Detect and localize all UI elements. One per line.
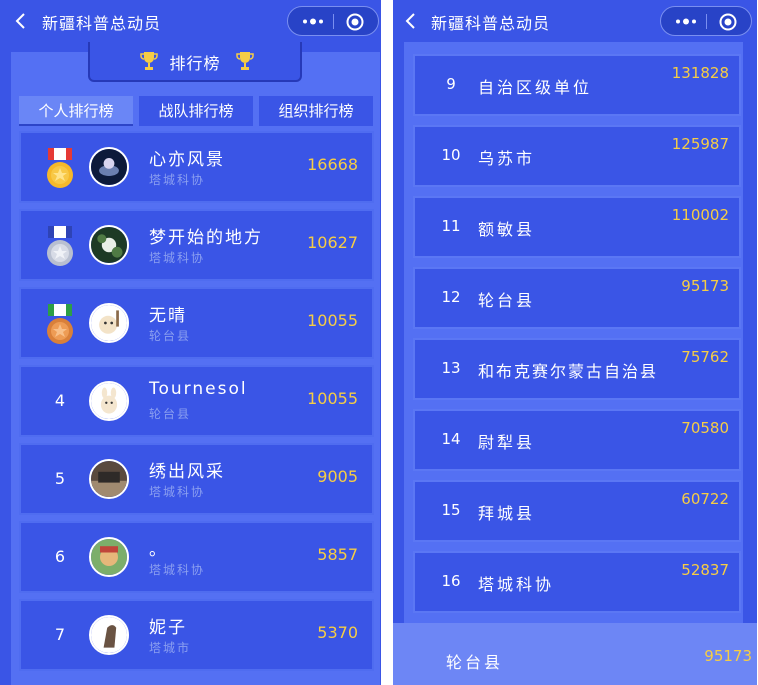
avatar [89, 459, 129, 499]
ranking-row[interactable]: 6 。 塔城科协 5857 [19, 521, 374, 593]
org-score: 70580 [681, 419, 729, 437]
user-org: 塔城科协 [149, 251, 206, 265]
rank-number: 12 [441, 288, 461, 306]
close-target-icon[interactable] [718, 12, 738, 32]
screen-divider [381, 0, 393, 685]
ranking-row[interactable]: 梦开始的地方 塔城科协 10627 [19, 209, 374, 281]
ranking-row[interactable]: 心亦风景 塔城科协 16668 [19, 131, 374, 203]
mini-program-capsule [287, 6, 379, 36]
avatar [89, 537, 129, 577]
avatar [89, 147, 129, 187]
org-ranking-row[interactable]: 9 自治区级单位 131828 [413, 54, 741, 116]
org-ranking-row[interactable]: 12 轮台县 95173 [413, 267, 741, 329]
my-organization-bar: 轮台县 95173 [393, 623, 757, 685]
org-name: 自治区级单位 [478, 78, 593, 97]
org-name: 尉犁县 [478, 433, 536, 452]
rank-number: 14 [441, 430, 461, 448]
bronze-medal-icon [47, 304, 73, 344]
org-ranking-row[interactable]: 13 和布克赛尔蒙古自治县 75762 [413, 338, 741, 400]
org-score: 60722 [681, 490, 729, 508]
app-title: 新疆科普总动员 [431, 14, 551, 33]
avatar [89, 225, 129, 265]
rank-number: 4 [54, 391, 66, 410]
ranking-row[interactable]: 7 妮子 塔城市 5370 [19, 599, 374, 671]
ranking-row[interactable]: 无晴 轮台县 10055 [19, 287, 374, 359]
user-org: 塔城科协 [149, 173, 206, 187]
more-icon[interactable] [673, 14, 699, 29]
org-score: 110002 [671, 206, 729, 224]
rank-number: 11 [441, 217, 461, 235]
org-name: 塔城科协 [478, 575, 555, 594]
org-name: 额敏县 [478, 220, 536, 239]
gold-medal-icon [47, 148, 73, 188]
user-score: 10627 [307, 233, 358, 252]
ranking-title: 排行榜 [169, 54, 221, 73]
app-title: 新疆科普总动员 [42, 14, 162, 33]
user-score: 9005 [317, 467, 358, 486]
org-ranking-row[interactable]: 14 尉犁县 70580 [413, 409, 741, 471]
org-name: 乌苏市 [478, 149, 536, 168]
avatar [89, 303, 129, 343]
user-score: 10055 [307, 311, 358, 330]
org-ranking-row[interactable]: 15 拜城县 60722 [413, 480, 741, 542]
rank-number: 9 [446, 75, 456, 93]
ranking-banner: 排行榜 [88, 42, 302, 82]
user-name: 绣出风采 [149, 462, 225, 482]
title-bar: 新疆科普总动员 [393, 0, 757, 42]
org-score: 95173 [681, 277, 729, 295]
rank-number: 13 [441, 359, 461, 377]
user-org: 轮台县 [149, 329, 192, 343]
org-ranking-row[interactable]: 10 乌苏市 125987 [413, 125, 741, 187]
rank-number: 7 [54, 625, 66, 644]
org-ranking-row[interactable]: 16 塔城科协 52837 [413, 551, 741, 613]
user-name: 心亦风景 [149, 150, 225, 170]
org-score: 125987 [671, 135, 729, 153]
title-bar: 新疆科普总动员 [0, 0, 381, 42]
rank-number: 16 [441, 572, 461, 590]
user-name: 妮子 [149, 618, 187, 638]
org-name: 和布克赛尔蒙古自治县 [478, 362, 659, 381]
back-arrow-icon[interactable] [15, 13, 27, 29]
ranking-row[interactable]: 4 Tournesol 轮台县 10055 [19, 365, 374, 437]
org-score: 131828 [671, 64, 729, 82]
user-name: Tournesol [149, 379, 248, 399]
mini-program-capsule [660, 6, 752, 36]
rank-number: 6 [54, 547, 66, 566]
avatar [89, 615, 129, 655]
org-name: 拜城县 [478, 504, 536, 523]
org-name: 轮台县 [478, 291, 536, 310]
organization-ranking-screen: 新疆科普总动员 9 自治区级单位 131828 10 乌苏市 125987 11… [393, 0, 757, 685]
org-ranking-row[interactable]: 11 额敏县 110002 [413, 196, 741, 258]
user-name: 梦开始的地方 [149, 228, 263, 248]
user-org: 塔城科协 [149, 485, 206, 499]
tab-team[interactable]: 战队排行榜 [139, 96, 253, 126]
close-target-icon[interactable] [345, 12, 365, 32]
trophy-icon [236, 52, 254, 70]
user-name: 无晴 [149, 306, 187, 326]
back-arrow-icon[interactable] [405, 13, 417, 29]
user-org: 塔城科协 [149, 563, 206, 577]
user-score: 5857 [317, 545, 358, 564]
ranking-row[interactable]: 5 绣出风采 塔城科协 9005 [19, 443, 374, 515]
rank-number: 10 [441, 146, 461, 164]
user-score: 5370 [317, 623, 358, 642]
my-org-score: 95173 [704, 647, 752, 665]
org-score: 52837 [681, 561, 729, 579]
rank-number: 15 [441, 501, 461, 519]
user-score: 10055 [307, 389, 358, 408]
user-org: 塔城市 [149, 641, 192, 655]
avatar [89, 381, 129, 421]
org-score: 75762 [681, 348, 729, 366]
user-name: 。 [149, 540, 168, 560]
personal-ranking-screen: 新疆科普总动员 排行榜 个人排行榜 战队排行榜 组织排行榜 心亦风景 塔城科协 … [0, 0, 381, 685]
user-score: 16668 [307, 155, 358, 174]
tab-organization[interactable]: 组织排行榜 [259, 96, 373, 126]
rank-number: 5 [54, 469, 66, 488]
tab-personal[interactable]: 个人排行榜 [19, 96, 133, 126]
more-icon[interactable] [300, 14, 326, 29]
user-org: 轮台县 [149, 407, 192, 421]
silver-medal-icon [47, 226, 73, 266]
my-org-name: 轮台县 [446, 653, 504, 672]
